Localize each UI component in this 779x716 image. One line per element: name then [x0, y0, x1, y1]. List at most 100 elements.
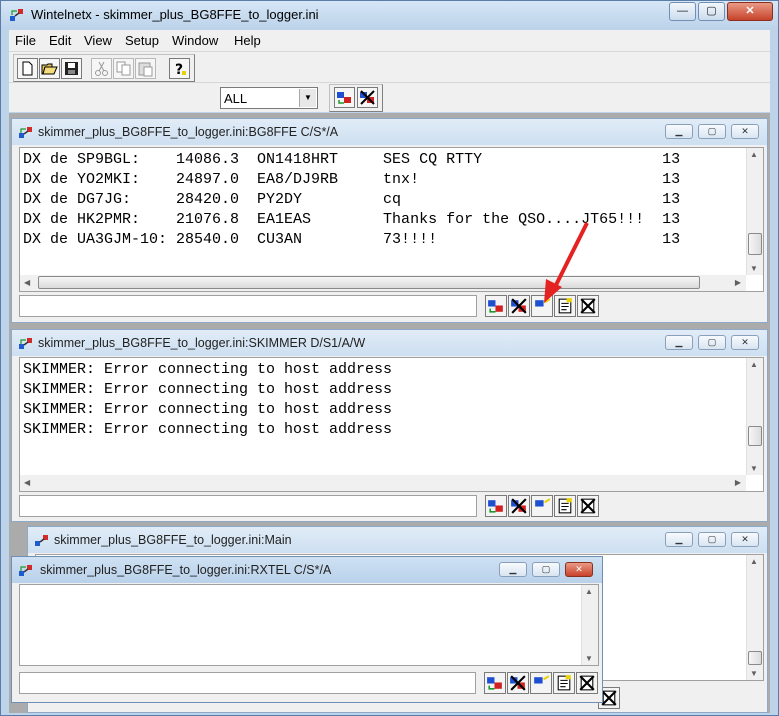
clear-icon: [579, 675, 595, 691]
horizontal-scrollbar[interactable]: ◀ ▶: [20, 475, 746, 491]
vertical-scrollbar[interactable]: ▲ ▼: [746, 358, 763, 475]
menu-edit[interactable]: Edit: [49, 33, 71, 48]
menu-setup[interactable]: Setup: [125, 33, 159, 48]
connection-toolbar: ALL ▼: [9, 82, 770, 112]
scroll-left-icon[interactable]: ◀: [24, 278, 30, 287]
scroll-thumb[interactable]: [748, 233, 762, 255]
main-title-bar[interactable]: skimmer_plus_BG8FFE_to_logger.ini:Main ▁…: [28, 527, 767, 553]
log-button[interactable]: [553, 672, 575, 694]
skimmer-title-bar[interactable]: skimmer_plus_BG8FFE_to_logger.ini:SKIMME…: [12, 330, 767, 356]
vertical-scrollbar[interactable]: ▲ ▼: [746, 148, 763, 275]
dx-line: DX de YO2MKI: 24897.0 EA8/DJ9RB tnx! 13: [23, 171, 681, 188]
scroll-up-icon[interactable]: ▲: [750, 150, 758, 159]
child-maximize-button[interactable]: ▢: [698, 335, 726, 350]
close-icon: ✕: [741, 534, 749, 544]
scroll-down-icon[interactable]: ▼: [750, 464, 758, 473]
child-close-button[interactable]: ✕: [731, 532, 759, 547]
scroll-thumb[interactable]: [38, 276, 700, 289]
new-file-button[interactable]: [17, 58, 38, 79]
new-file-icon: [22, 61, 33, 76]
connect-button[interactable]: [484, 672, 506, 694]
rxtel-title-bar[interactable]: skimmer_plus_BG8FFE_to_logger.ini:RXTEL …: [12, 557, 602, 583]
disconnect-button[interactable]: [507, 672, 529, 694]
menu-file[interactable]: File: [15, 33, 36, 48]
child-maximize-button[interactable]: ▢: [698, 532, 726, 547]
chevron-down-icon[interactable]: ▼: [299, 89, 316, 107]
cut-button[interactable]: [91, 58, 112, 79]
child-close-button[interactable]: ✕: [565, 562, 593, 577]
menu-view[interactable]: View: [84, 33, 112, 48]
paste-button[interactable]: [135, 58, 156, 79]
send-button[interactable]: [531, 495, 553, 517]
scroll-right-icon[interactable]: ▶: [735, 278, 741, 287]
child-minimize-button[interactable]: ▁: [665, 124, 693, 139]
child-maximize-button[interactable]: ▢: [532, 562, 560, 577]
vertical-scrollbar[interactable]: ▲ ▼: [581, 585, 598, 665]
child-close-button[interactable]: ✕: [731, 335, 759, 350]
window-icon: [19, 127, 32, 138]
child-close-button[interactable]: ✕: [731, 124, 759, 139]
child-minimize-button[interactable]: ▁: [665, 532, 693, 547]
close-icon: ✕: [745, 5, 755, 17]
disconnect-button[interactable]: [508, 495, 530, 517]
connect-button[interactable]: [334, 87, 355, 108]
help-button[interactable]: ?: [169, 58, 190, 79]
window-icon: [19, 565, 32, 576]
save-button[interactable]: [61, 58, 82, 79]
disconnect-button[interactable]: [357, 87, 378, 108]
open-folder-icon: [41, 63, 58, 75]
open-button[interactable]: [39, 58, 60, 79]
vertical-scrollbar[interactable]: ▲ ▼: [746, 555, 763, 680]
bg8ffe-title-bar[interactable]: skimmer_plus_BG8FFE_to_logger.ini:BG8FFE…: [12, 119, 767, 145]
connect-icon: [488, 500, 503, 513]
horizontal-scrollbar[interactable]: ◀ ▶: [20, 275, 746, 291]
bg8ffe-output[interactable]: DX de SP9BGL: 14086.3 ON1418HRT SES CQ R…: [19, 147, 764, 292]
menu-help[interactable]: Help: [234, 33, 261, 48]
clear-button[interactable]: [576, 672, 598, 694]
child-maximize-button[interactable]: ▢: [698, 124, 726, 139]
scroll-left-icon[interactable]: ◀: [24, 478, 30, 487]
close-button[interactable]: ✕: [727, 2, 773, 21]
copy-button[interactable]: [113, 58, 134, 79]
disconnect-button[interactable]: [508, 295, 530, 317]
scroll-down-icon[interactable]: ▼: [750, 669, 758, 678]
standard-toolbar: ?: [9, 51, 770, 82]
scroll-down-icon[interactable]: ▼: [585, 654, 593, 663]
scroll-thumb[interactable]: [748, 426, 762, 446]
rxtel-output[interactable]: ▲ ▼: [19, 584, 599, 666]
scroll-thumb[interactable]: [748, 651, 762, 665]
disconnect-icon: [510, 675, 526, 691]
maximize-button[interactable]: ▢: [698, 2, 725, 21]
clear-button[interactable]: [577, 495, 599, 517]
log-button[interactable]: [554, 495, 576, 517]
filter-select[interactable]: ALL ▼: [220, 87, 318, 109]
scroll-up-icon[interactable]: ▲: [750, 360, 758, 369]
connect-button[interactable]: [485, 295, 507, 317]
window-title: Wintelnetx - skimmer_plus_BG8FFE_to_logg…: [31, 7, 319, 22]
window-icon: [35, 535, 48, 546]
notepad-icon: [558, 498, 572, 514]
title-bar[interactable]: Wintelnetx - skimmer_plus_BG8FFE_to_logg…: [1, 1, 778, 29]
menu-window[interactable]: Window: [172, 33, 218, 48]
dx-line: DX de SP9BGL: 14086.3 ON1418HRT SES CQ R…: [23, 151, 681, 168]
child-minimize-button[interactable]: ▁: [665, 335, 693, 350]
command-input[interactable]: [19, 495, 477, 517]
command-input[interactable]: [19, 295, 477, 317]
scroll-up-icon[interactable]: ▲: [750, 557, 758, 566]
minimize-button[interactable]: —: [669, 2, 696, 21]
scroll-up-icon[interactable]: ▲: [585, 587, 593, 596]
rxtel-title: skimmer_plus_BG8FFE_to_logger.ini:RXTEL …: [40, 563, 332, 577]
main-title: skimmer_plus_BG8FFE_to_logger.ini:Main: [54, 533, 292, 547]
skimmer-window: skimmer_plus_BG8FFE_to_logger.ini:SKIMME…: [11, 329, 768, 522]
skimmer-output[interactable]: SKIMMER: Error connecting to host addres…: [19, 357, 764, 492]
connect-button[interactable]: [485, 495, 507, 517]
send-button[interactable]: [530, 672, 552, 694]
rxtel-window: skimmer_plus_BG8FFE_to_logger.ini:RXTEL …: [11, 556, 603, 703]
scroll-right-icon[interactable]: ▶: [735, 478, 741, 487]
maximize-icon: ▢: [707, 337, 717, 347]
scroll-down-icon[interactable]: ▼: [750, 264, 758, 273]
connect-icon: [488, 300, 503, 313]
skimmer-input-bar: [19, 493, 764, 519]
command-input[interactable]: [19, 672, 476, 694]
child-minimize-button[interactable]: ▁: [499, 562, 527, 577]
